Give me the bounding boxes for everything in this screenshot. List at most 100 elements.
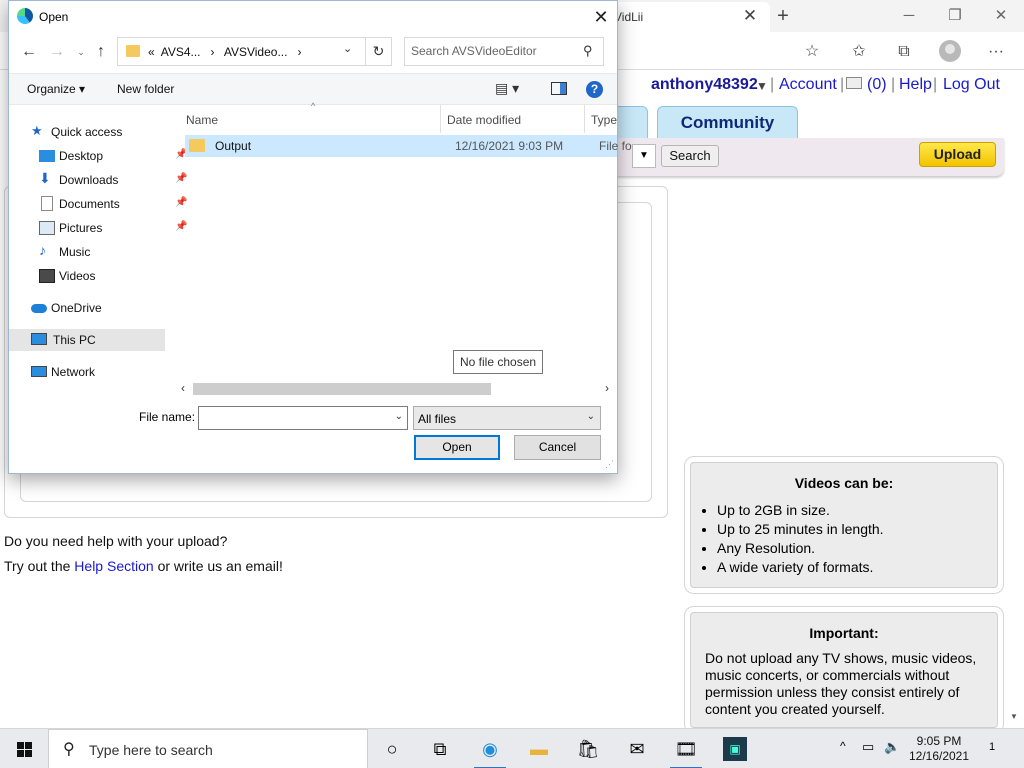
- sidebar-item-label: OneDrive: [51, 301, 102, 315]
- file-row[interactable]: Output 12/16/2021 9:03 PM File fo: [185, 135, 632, 157]
- resize-grip-icon[interactable]: ⋰: [605, 459, 614, 470]
- sidebar-item-this-pc[interactable]: This PC: [9, 329, 165, 351]
- chevron-up-icon[interactable]: ^: [840, 739, 846, 753]
- collections-icon[interactable]: ⧉: [892, 40, 916, 64]
- address-dropdown-icon[interactable]: ⌄: [343, 42, 352, 55]
- edge-icon: ◉: [482, 739, 498, 759]
- network-icon[interactable]: ▭: [862, 739, 874, 755]
- column-divider[interactable]: [584, 105, 585, 133]
- scrollbar-thumb[interactable]: [193, 383, 491, 395]
- horizontal-scrollbar[interactable]: ‹ ›: [177, 381, 617, 397]
- username-link[interactable]: anthony48392: [651, 76, 758, 94]
- column-header-name[interactable]: Name: [186, 113, 218, 127]
- new-folder-button[interactable]: New folder: [117, 82, 174, 96]
- music-note-icon: ♪: [39, 242, 46, 258]
- computer-icon: [31, 333, 47, 345]
- taskbar-search-box[interactable]: ⚲ Type here to search: [48, 729, 368, 768]
- start-button[interactable]: [0, 729, 48, 768]
- sidebar-item-pictures[interactable]: Pictures 📌: [39, 217, 199, 239]
- browser-tab[interactable]: VidLii ✕: [600, 2, 770, 32]
- breadcrumb-part[interactable]: AVSVideo...: [224, 45, 288, 59]
- cancel-button[interactable]: Cancel: [514, 435, 601, 460]
- scroll-right-icon[interactable]: ›: [605, 381, 609, 395]
- film-icon: 🎞: [674, 739, 698, 759]
- chevron-down-icon[interactable]: ⌄: [395, 411, 403, 422]
- sidebar-item-network[interactable]: Network: [31, 361, 191, 383]
- file-name-combobox[interactable]: ⌄: [198, 406, 408, 430]
- help-link[interactable]: Help: [899, 76, 932, 94]
- forward-arrow-icon[interactable]: →: [47, 41, 67, 63]
- sidebar-item-desktop[interactable]: Desktop 📌: [39, 145, 199, 167]
- view-options-icon[interactable]: ▤ ▾: [495, 80, 519, 97]
- page-scroll-down-icon[interactable]: ▼: [1010, 712, 1018, 721]
- store-taskbar-icon[interactable]: 🛍: [564, 729, 612, 768]
- breadcrumb-separator[interactable]: ›: [211, 45, 215, 59]
- sidebar-item-music[interactable]: ♪ Music: [39, 241, 199, 263]
- nav-tab-previous[interactable]: [618, 106, 648, 138]
- windows-logo-icon: [25, 742, 32, 749]
- address-bar[interactable]: « AVS4... › AVSVideo... › ⌄: [117, 37, 366, 66]
- sort-ascending-icon: ^: [311, 101, 316, 111]
- open-button[interactable]: Open: [414, 435, 500, 460]
- tab-community[interactable]: Community: [657, 106, 798, 138]
- file-type-select[interactable]: All files ⌄: [413, 406, 601, 430]
- more-menu-icon[interactable]: ···: [984, 40, 1008, 64]
- preview-pane-icon[interactable]: [551, 82, 567, 95]
- minimize-button[interactable]: ─: [886, 2, 932, 30]
- column-header-date[interactable]: Date modified: [447, 113, 521, 127]
- tab-close-icon[interactable]: ✕: [740, 6, 760, 26]
- back-arrow-icon[interactable]: ←: [19, 41, 39, 63]
- sidebar-item-onedrive[interactable]: OneDrive: [31, 297, 191, 319]
- sidebar-item-downloads[interactable]: ⬇ Downloads 📌: [39, 169, 199, 191]
- breadcrumb-part[interactable]: AVS4...: [161, 45, 201, 59]
- column-divider[interactable]: [440, 105, 441, 133]
- account-link[interactable]: Account: [779, 76, 837, 94]
- favorites-icon[interactable]: ✩: [847, 40, 871, 64]
- dialog-close-button[interactable]: ✕: [587, 5, 615, 29]
- up-arrow-icon[interactable]: ↑: [91, 41, 111, 63]
- maximize-button[interactable]: ❐: [932, 2, 978, 30]
- windows-logo-icon: [25, 750, 32, 757]
- task-view-icon[interactable]: ○: [368, 729, 416, 768]
- help-icon[interactable]: ?: [586, 81, 603, 98]
- new-tab-button[interactable]: +: [772, 4, 794, 28]
- dialog-address-row: ← → ⌄ ↑ « AVS4... › AVSVideo... › ⌄ ↻ ⚲: [9, 37, 617, 67]
- mail-icon[interactable]: [846, 77, 862, 89]
- task-view-icon[interactable]: ⧉: [416, 729, 464, 768]
- search-icon[interactable]: ⚲: [583, 43, 593, 59]
- profile-avatar[interactable]: [939, 40, 961, 62]
- add-favorite-icon[interactable]: ☆: [800, 40, 824, 64]
- inbox-count-link[interactable]: (0): [867, 76, 887, 94]
- refresh-icon[interactable]: ↻: [366, 37, 392, 66]
- speaker-muted-icon[interactable]: 🔈: [884, 739, 900, 755]
- dialog-search-input[interactable]: [411, 44, 576, 58]
- recent-locations-chevron-icon[interactable]: ⌄: [71, 41, 91, 63]
- sidebar-item-videos[interactable]: Videos: [39, 265, 199, 287]
- window-close-button[interactable]: ✕: [978, 2, 1024, 30]
- upload-button[interactable]: Upload: [919, 142, 996, 167]
- file-explorer-taskbar-icon[interactable]: ▬: [515, 729, 563, 768]
- taskbar-clock[interactable]: 9:05 PM 12/16/2021: [904, 734, 974, 764]
- edge-taskbar-icon[interactable]: ◉: [466, 729, 514, 768]
- breadcrumb-separator[interactable]: ›: [297, 45, 301, 59]
- app-taskbar-icon[interactable]: ▣: [711, 729, 759, 768]
- scroll-left-icon[interactable]: ‹: [181, 381, 185, 395]
- organize-button[interactable]: Organize ▾: [27, 82, 85, 96]
- mail-taskbar-icon[interactable]: ✉: [613, 729, 661, 768]
- video-editor-taskbar-icon[interactable]: 🎞: [662, 729, 710, 768]
- logout-link[interactable]: Log Out: [943, 76, 1000, 94]
- help-rest-text: or write us an email!: [157, 558, 283, 574]
- user-dropdown-icon[interactable]: ▼: [756, 79, 768, 93]
- dialog-title-bar[interactable]: Open ✕: [9, 1, 617, 32]
- column-header-type[interactable]: Type: [591, 113, 617, 127]
- help-section-link[interactable]: Help Section: [74, 558, 153, 574]
- sidebar-item-documents[interactable]: Documents 📌: [39, 193, 199, 215]
- notifications-icon[interactable]: 1: [982, 741, 1002, 759]
- open-file-dialog: Open ✕ ← → ⌄ ↑ « AVS4... › AVSVideo... ›…: [8, 0, 632, 474]
- dialog-search-box[interactable]: ⚲: [404, 37, 604, 66]
- site-search-button[interactable]: Search: [661, 145, 719, 167]
- breadcrumb-overflow[interactable]: «: [148, 45, 155, 59]
- chevron-down-icon[interactable]: ⌄: [587, 411, 595, 422]
- search-category-dropdown[interactable]: ▼: [632, 144, 656, 168]
- sidebar-item-quick-access[interactable]: ★ Quick access: [31, 121, 191, 143]
